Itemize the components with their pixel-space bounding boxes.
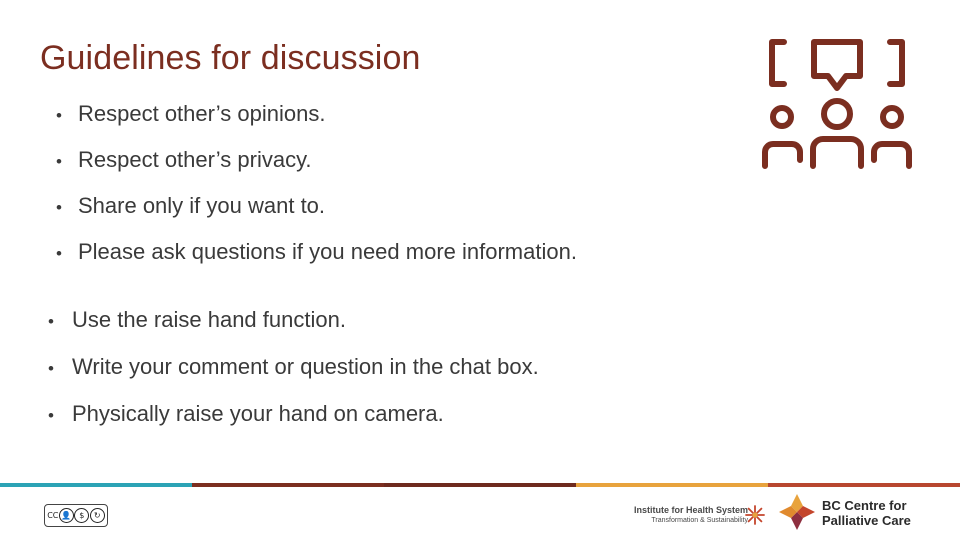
list-item: • Respect other’s privacy. (40, 146, 760, 192)
bullet-glyph: • (48, 359, 54, 378)
list-item-label: Share only if you want to. (78, 193, 326, 218)
bccpc-line-1: BC Centre for (822, 498, 907, 513)
bccpc-line-2: Palliative Care (822, 513, 911, 528)
list-item: • Please ask questions if you need more … (40, 238, 760, 284)
cc-by-icon: 👤 (58, 508, 74, 523)
bullet-glyph: • (56, 198, 62, 217)
guidelines-list-secondary: • Use the raise hand function. • Write y… (40, 306, 760, 447)
list-item-label: Please ask questions if you need more in… (78, 239, 577, 264)
bullet-glyph: • (48, 312, 54, 331)
list-item: • Use the raise hand function. (40, 306, 760, 353)
conversation-people-icon (762, 34, 914, 176)
institute-wordmark: Institute for Health System Transformati… (628, 505, 748, 526)
list-item-label: Respect other’s privacy. (78, 147, 312, 172)
list-item: • Share only if you want to. (40, 192, 760, 238)
list-item: • Physically raise your hand on camera. (40, 400, 760, 447)
creative-commons-badge: CC 👤 $ ↻ (44, 504, 108, 527)
bullet-glyph: • (56, 152, 62, 171)
bullet-glyph: • (48, 406, 54, 425)
cc-sa-icon: ↻ (89, 508, 105, 523)
slide-canvas: Guidelines for discussion • Respect othe… (0, 0, 960, 540)
footer-bar-orange-red (768, 483, 960, 487)
bullet-glyph: • (56, 106, 62, 125)
bullet-glyph: • (56, 244, 62, 263)
footer-bar-dark-red (192, 483, 384, 487)
list-item-label: Respect other’s opinions. (78, 101, 326, 126)
institute-line-1: Institute for Health System (633, 505, 748, 515)
list-item-label: Write your comment or question in the ch… (72, 354, 539, 379)
footer-bar-gold (576, 483, 768, 487)
list-item-label: Physically raise your hand on camera. (72, 401, 444, 426)
guidelines-list-primary: • Respect other’s opinions. • Respect ot… (40, 100, 760, 284)
list-item: • Write your comment or question in the … (40, 353, 760, 400)
page-title: Guidelines for discussion (40, 39, 421, 77)
bccpc-wordmark: BC Centre for Palliative Care (822, 498, 911, 528)
list-item: • Respect other’s opinions. (40, 100, 760, 146)
institute-line-2: Transformation & Sustainability (651, 517, 748, 524)
ihst-starburst-icon (744, 504, 766, 526)
footer-bar-brown (384, 483, 576, 487)
list-item-label: Use the raise hand function. (72, 307, 346, 332)
cc-label: CC (47, 511, 59, 520)
bc-centre-palliative-care-star-logo (777, 492, 817, 532)
cc-nc-icon: $ (74, 508, 90, 523)
footer-bar-teal (0, 483, 192, 487)
